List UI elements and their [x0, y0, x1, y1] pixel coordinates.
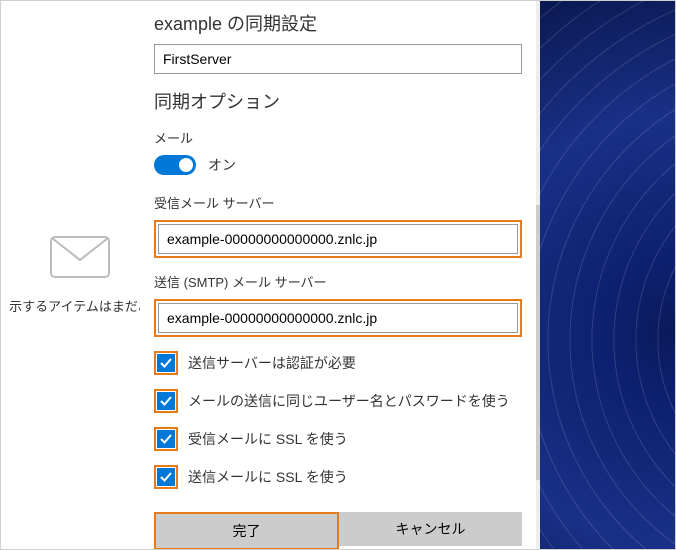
auth-required-checkbox[interactable] — [157, 354, 175, 372]
incoming-server-label: 受信メール サーバー — [154, 193, 522, 212]
checkbox-highlight — [154, 389, 178, 413]
checkbox-highlight — [154, 465, 178, 489]
sync-options-heading: 同期オプション — [154, 88, 522, 114]
incoming-ssl-checkbox[interactable] — [157, 430, 175, 448]
account-name-input[interactable] — [154, 44, 522, 74]
background-right-panel — [540, 0, 676, 550]
dialog-button-row: 完了 キャンセル — [154, 512, 522, 550]
incoming-ssl-label: 受信メールに SSL を使う — [188, 429, 348, 449]
outgoing-server-highlight — [154, 299, 522, 337]
done-button[interactable]: 完了 — [156, 514, 337, 548]
cancel-button[interactable]: キャンセル — [339, 512, 522, 546]
empty-state-text: 示するアイテムはまだあ — [9, 296, 151, 315]
dialog-title: example の同期設定 — [154, 10, 522, 36]
same-credentials-label: メールの送信に同じユーザー名とパスワードを使う — [188, 391, 510, 411]
sync-settings-dialog: example の同期設定 同期オプション メール オン 受信メール サーバー … — [140, 0, 536, 550]
checkbox-highlight — [154, 351, 178, 375]
auth-required-label: 送信サーバーは認証が必要 — [188, 353, 356, 373]
checkbox-highlight — [154, 427, 178, 451]
done-button-highlight: 完了 — [154, 512, 339, 550]
background-left-panel: 示するアイテムはまだあ — [0, 0, 160, 550]
mail-label: メール — [154, 128, 522, 147]
same-credentials-checkbox[interactable] — [157, 392, 175, 410]
mail-toggle[interactable] — [154, 155, 196, 175]
outgoing-ssl-label: 送信メールに SSL を使う — [188, 467, 348, 487]
envelope-icon — [50, 236, 110, 278]
outgoing-server-input[interactable] — [158, 303, 518, 333]
toggle-knob — [179, 158, 193, 172]
outgoing-ssl-checkbox[interactable] — [157, 468, 175, 486]
incoming-server-highlight — [154, 220, 522, 258]
incoming-server-input[interactable] — [158, 224, 518, 254]
mail-toggle-state: オン — [208, 155, 236, 175]
outgoing-server-label: 送信 (SMTP) メール サーバー — [154, 272, 522, 291]
